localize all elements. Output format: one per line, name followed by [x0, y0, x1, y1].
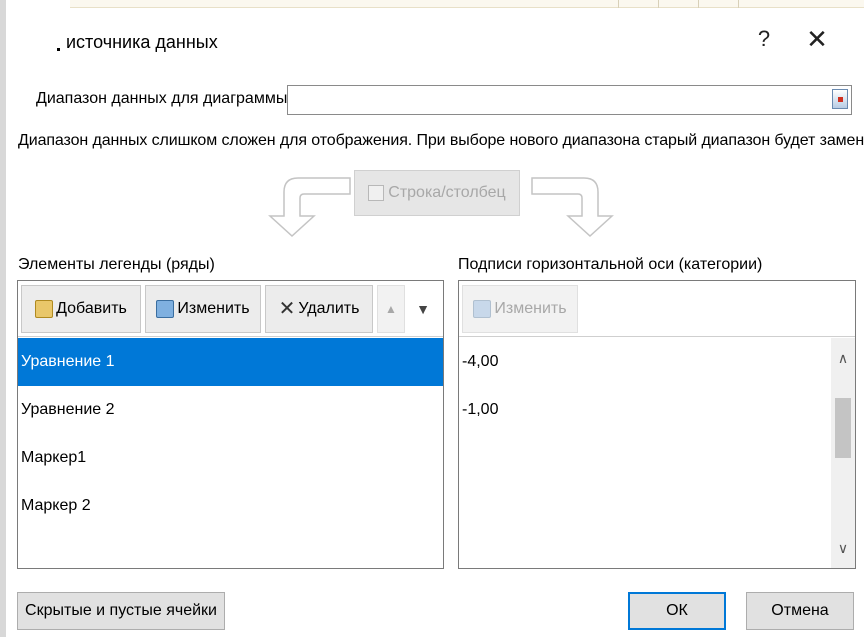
data-range-label: Диапазон данных для диаграммы: [36, 90, 292, 107]
title-bullet [57, 48, 60, 51]
list-item[interactable]: Уравнение 1 [18, 338, 443, 386]
chevron-down-icon[interactable]: ∨ [831, 536, 855, 560]
sheet-gridline [698, 0, 699, 8]
switch-row-column-label: Строка/столбец [388, 184, 506, 201]
axis-labels-panel: Изменить -4,00 -1,00 ∧ ∨ [458, 280, 856, 569]
data-range-input[interactable] [287, 85, 852, 115]
add-series-label: Добавить [56, 300, 127, 317]
chevron-up-icon[interactable]: ∧ [831, 346, 855, 370]
add-icon [35, 300, 54, 318]
edit-series-label: Изменить [177, 300, 250, 317]
legend-series-title: Элементы легенды (ряды) [18, 256, 215, 273]
list-item[interactable]: Маркер 2 [18, 482, 443, 530]
sheet-gridline [618, 0, 619, 8]
dialog-title: источника данных [66, 32, 218, 52]
edit-icon [156, 300, 175, 318]
range-warning-text: Диапазон данных слишком сложен для отобр… [18, 132, 864, 149]
edit-icon [473, 300, 492, 318]
edit-series-button[interactable]: Изменить [145, 285, 261, 333]
help-button[interactable]: ? [752, 26, 776, 56]
curved-arrow-left-icon [268, 177, 351, 238]
scrollbar-thumb[interactable] [835, 398, 851, 458]
delete-series-button[interactable]: ✕ Удалить [265, 285, 373, 333]
switch-row-column-button[interactable]: Строка/столбец [354, 170, 520, 216]
edit-axis-labels-label: Изменить [494, 300, 567, 317]
close-icon: ✕ [806, 24, 828, 54]
legend-toolbar: Добавить Изменить ✕ Удалить ▲ ▼ [18, 281, 443, 337]
add-series-button[interactable]: Добавить [21, 285, 141, 333]
table-icon [368, 185, 385, 201]
delete-icon: ✕ [278, 298, 296, 320]
arrow-down-icon: ▼ [416, 301, 430, 317]
cancel-button[interactable]: Отмена [746, 592, 854, 630]
axis-labels-list: -4,00 -1,00 [459, 338, 855, 434]
sheet-gridline [738, 0, 739, 8]
sheet-gridline [658, 0, 659, 8]
list-item[interactable]: Маркер1 [18, 434, 443, 482]
ok-button[interactable]: ОК [628, 592, 726, 630]
move-down-button[interactable]: ▼ [409, 285, 437, 333]
legend-series-list: Уравнение 1 Уравнение 2 Маркер1 Маркер 2 [18, 338, 443, 530]
list-item[interactable]: -1,00 [459, 386, 855, 434]
move-up-button[interactable]: ▲ [377, 285, 405, 333]
curved-arrow-right-icon [531, 177, 614, 238]
arrow-up-icon: ▲ [385, 302, 397, 316]
axis-toolbar: Изменить [459, 281, 855, 337]
delete-series-label: Удалить [298, 300, 360, 317]
list-item[interactable]: Уравнение 2 [18, 386, 443, 434]
list-item[interactable]: -4,00 [459, 338, 855, 386]
legend-series-panel: Добавить Изменить ✕ Удалить ▲ ▼ Уравнени… [17, 280, 444, 569]
axis-list-scrollbar[interactable]: ∧ ∨ [831, 338, 855, 568]
edit-axis-labels-button[interactable]: Изменить [462, 285, 578, 333]
axis-labels-title: Подписи горизонтальной оси (категории) [458, 256, 763, 273]
window-left-edge [0, 0, 6, 637]
range-picker-icon[interactable] [832, 89, 848, 109]
background-sheet-strip [70, 0, 864, 8]
close-button[interactable]: ✕ [803, 24, 831, 56]
hidden-empty-cells-button[interactable]: Скрытые и пустые ячейки [17, 592, 225, 630]
